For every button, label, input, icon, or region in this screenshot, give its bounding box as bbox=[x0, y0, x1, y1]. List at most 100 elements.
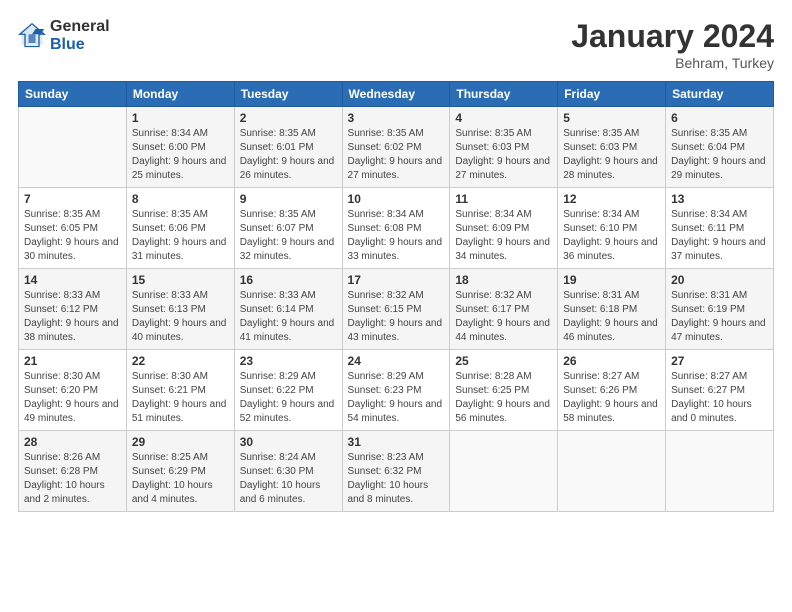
table-row: 5 Sunrise: 8:35 AMSunset: 6:03 PMDaylight… bbox=[558, 107, 666, 188]
day-info: Sunrise: 8:30 AMSunset: 6:21 PMDaylight:… bbox=[132, 370, 229, 426]
col-monday: Monday bbox=[126, 82, 234, 107]
day-info: Sunrise: 8:34 AMSunset: 6:08 PMDaylight:… bbox=[348, 208, 445, 264]
day-number: 3 bbox=[348, 111, 445, 125]
calendar-week-row: 7 Sunrise: 8:35 AMSunset: 6:05 PMDaylight… bbox=[19, 188, 774, 269]
table-row: 14Sunrise: 8:33 AMSunset: 6:12 PMDayligh… bbox=[19, 269, 127, 350]
day-info: Sunrise: 8:35 AMSunset: 6:05 PMDaylight:… bbox=[24, 208, 121, 264]
day-number: 12 bbox=[563, 192, 660, 206]
day-info: Sunrise: 8:34 AMSunset: 6:10 PMDaylight:… bbox=[563, 208, 660, 264]
table-row: 7 Sunrise: 8:35 AMSunset: 6:05 PMDaylight… bbox=[19, 188, 127, 269]
day-info: Sunrise: 8:35 AMSunset: 6:02 PMDaylight:… bbox=[348, 127, 445, 183]
day-number: 23 bbox=[240, 354, 337, 368]
table-row: 26 Sunrise: 8:27 AMSunset: 6:26 PMDayligh… bbox=[558, 350, 666, 431]
table-row: 4 Sunrise: 8:35 AMSunset: 6:03 PMDaylight… bbox=[450, 107, 558, 188]
day-number: 1 bbox=[132, 111, 229, 125]
table-row: 12 Sunrise: 8:34 AMSunset: 6:10 PMDayligh… bbox=[558, 188, 666, 269]
day-number: 19 bbox=[563, 273, 660, 287]
day-info: Sunrise: 8:33 AMSunset: 6:14 PMDaylight:… bbox=[240, 289, 337, 345]
day-info: Sunrise: 8:35 AMSunset: 6:03 PMDaylight:… bbox=[563, 127, 660, 183]
day-number: 5 bbox=[563, 111, 660, 125]
day-info: Sunrise: 8:30 AMSunset: 6:20 PMDaylight:… bbox=[24, 370, 121, 426]
table-row: 23Sunrise: 8:29 AMSunset: 6:22 PMDayligh… bbox=[234, 350, 342, 431]
day-number: 18 bbox=[455, 273, 552, 287]
table-row: 18 Sunrise: 8:32 AMSunset: 6:17 PMDayligh… bbox=[450, 269, 558, 350]
day-info: Sunrise: 8:23 AMSunset: 6:32 PMDaylight:… bbox=[348, 451, 445, 507]
table-row: 21 Sunrise: 8:30 AMSunset: 6:20 PMDayligh… bbox=[19, 350, 127, 431]
month-title: January 2024 bbox=[571, 18, 774, 55]
table-row bbox=[19, 107, 127, 188]
day-number: 10 bbox=[348, 192, 445, 206]
table-row: 31Sunrise: 8:23 AMSunset: 6:32 PMDayligh… bbox=[342, 431, 450, 512]
day-info: Sunrise: 8:33 AMSunset: 6:13 PMDaylight:… bbox=[132, 289, 229, 345]
day-info: Sunrise: 8:34 AMSunset: 6:11 PMDaylight:… bbox=[671, 208, 768, 264]
day-info: Sunrise: 8:34 AMSunset: 6:00 PMDaylight:… bbox=[132, 127, 229, 183]
day-number: 2 bbox=[240, 111, 337, 125]
day-number: 14 bbox=[24, 273, 121, 287]
col-sunday: Sunday bbox=[19, 82, 127, 107]
calendar-week-row: 21 Sunrise: 8:30 AMSunset: 6:20 PMDayligh… bbox=[19, 350, 774, 431]
table-row: 3 Sunrise: 8:35 AMSunset: 6:02 PMDaylight… bbox=[342, 107, 450, 188]
day-number: 13 bbox=[671, 192, 768, 206]
table-row: 10 Sunrise: 8:34 AMSunset: 6:08 PMDayligh… bbox=[342, 188, 450, 269]
day-number: 4 bbox=[455, 111, 552, 125]
table-row: 8Sunrise: 8:35 AMSunset: 6:06 PMDaylight… bbox=[126, 188, 234, 269]
calendar-week-row: 28Sunrise: 8:26 AMSunset: 6:28 PMDayligh… bbox=[19, 431, 774, 512]
day-number: 20 bbox=[671, 273, 768, 287]
calendar-week-row: 14Sunrise: 8:33 AMSunset: 6:12 PMDayligh… bbox=[19, 269, 774, 350]
day-number: 22 bbox=[132, 354, 229, 368]
day-info: Sunrise: 8:27 AMSunset: 6:26 PMDaylight:… bbox=[563, 370, 660, 426]
table-row: 25Sunrise: 8:28 AMSunset: 6:25 PMDayligh… bbox=[450, 350, 558, 431]
day-number: 9 bbox=[240, 192, 337, 206]
logo-general: General bbox=[50, 18, 110, 36]
col-wednesday: Wednesday bbox=[342, 82, 450, 107]
day-info: Sunrise: 8:35 AMSunset: 6:01 PMDaylight:… bbox=[240, 127, 337, 183]
table-row: 17 Sunrise: 8:32 AMSunset: 6:15 PMDayligh… bbox=[342, 269, 450, 350]
day-number: 26 bbox=[563, 354, 660, 368]
day-number: 28 bbox=[24, 435, 121, 449]
table-row: 22 Sunrise: 8:30 AMSunset: 6:21 PMDayligh… bbox=[126, 350, 234, 431]
logo-blue: Blue bbox=[50, 36, 110, 54]
table-row: 29Sunrise: 8:25 AMSunset: 6:29 PMDayligh… bbox=[126, 431, 234, 512]
day-number: 24 bbox=[348, 354, 445, 368]
table-row: 15Sunrise: 8:33 AMSunset: 6:13 PMDayligh… bbox=[126, 269, 234, 350]
day-number: 6 bbox=[671, 111, 768, 125]
table-row: 19 Sunrise: 8:31 AMSunset: 6:18 PMDayligh… bbox=[558, 269, 666, 350]
col-tuesday: Tuesday bbox=[234, 82, 342, 107]
logo: General Blue bbox=[18, 18, 110, 53]
day-number: 8 bbox=[132, 192, 229, 206]
day-info: Sunrise: 8:35 AMSunset: 6:04 PMDaylight:… bbox=[671, 127, 768, 183]
table-row: 11 Sunrise: 8:34 AMSunset: 6:09 PMDayligh… bbox=[450, 188, 558, 269]
day-number: 7 bbox=[24, 192, 121, 206]
calendar-table: Sunday Monday Tuesday Wednesday Thursday… bbox=[18, 81, 774, 512]
day-info: Sunrise: 8:34 AMSunset: 6:09 PMDaylight:… bbox=[455, 208, 552, 264]
day-number: 30 bbox=[240, 435, 337, 449]
day-info: Sunrise: 8:29 AMSunset: 6:23 PMDaylight:… bbox=[348, 370, 445, 426]
day-number: 11 bbox=[455, 192, 552, 206]
calendar-week-row: 1 Sunrise: 8:34 AMSunset: 6:00 PMDaylight… bbox=[19, 107, 774, 188]
day-number: 17 bbox=[348, 273, 445, 287]
day-info: Sunrise: 8:31 AMSunset: 6:18 PMDaylight:… bbox=[563, 289, 660, 345]
day-info: Sunrise: 8:32 AMSunset: 6:17 PMDaylight:… bbox=[455, 289, 552, 345]
day-number: 21 bbox=[24, 354, 121, 368]
table-row: 27Sunrise: 8:27 AMSunset: 6:27 PMDayligh… bbox=[666, 350, 774, 431]
table-row: 24 Sunrise: 8:29 AMSunset: 6:23 PMDayligh… bbox=[342, 350, 450, 431]
table-row: 1 Sunrise: 8:34 AMSunset: 6:00 PMDaylight… bbox=[126, 107, 234, 188]
col-friday: Friday bbox=[558, 82, 666, 107]
day-info: Sunrise: 8:32 AMSunset: 6:15 PMDaylight:… bbox=[348, 289, 445, 345]
table-row: 9 Sunrise: 8:35 AMSunset: 6:07 PMDaylight… bbox=[234, 188, 342, 269]
table-row: 30Sunrise: 8:24 AMSunset: 6:30 PMDayligh… bbox=[234, 431, 342, 512]
logo-icon bbox=[18, 22, 46, 50]
day-number: 25 bbox=[455, 354, 552, 368]
day-number: 29 bbox=[132, 435, 229, 449]
day-info: Sunrise: 8:35 AMSunset: 6:07 PMDaylight:… bbox=[240, 208, 337, 264]
day-info: Sunrise: 8:35 AMSunset: 6:03 PMDaylight:… bbox=[455, 127, 552, 183]
day-info: Sunrise: 8:31 AMSunset: 6:19 PMDaylight:… bbox=[671, 289, 768, 345]
table-row: 16Sunrise: 8:33 AMSunset: 6:14 PMDayligh… bbox=[234, 269, 342, 350]
table-row bbox=[666, 431, 774, 512]
location: Behram, Turkey bbox=[571, 55, 774, 71]
table-row bbox=[558, 431, 666, 512]
table-row bbox=[450, 431, 558, 512]
col-thursday: Thursday bbox=[450, 82, 558, 107]
col-saturday: Saturday bbox=[666, 82, 774, 107]
title-block: January 2024 Behram, Turkey bbox=[571, 18, 774, 71]
